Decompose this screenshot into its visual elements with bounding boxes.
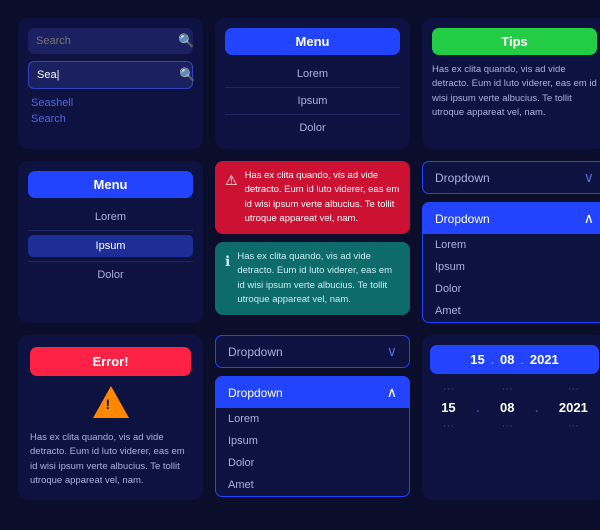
date-scroll-area: ··· 15 ··· . ··· 08 ··· . ··· 2021 ··· xyxy=(430,382,599,433)
dropdown-option-lorem-bottom[interactable]: Lorem xyxy=(216,408,409,430)
dropdown-open-bottom-label: Dropdown xyxy=(228,386,283,400)
date-month-value: 08 xyxy=(496,398,518,417)
error-header: Error! xyxy=(30,347,191,376)
menu-item-dolor-top[interactable]: Dolor xyxy=(225,117,400,139)
date-day-value: 15 xyxy=(437,398,459,417)
dropdown-option-dolor-bottom[interactable]: Dolor xyxy=(216,452,409,474)
menu-item-ipsum-left-selected[interactable]: Ipsum xyxy=(28,235,193,257)
tips-widget: Tips Has ex clita quando, vis ad vide de… xyxy=(422,18,600,149)
date-day-below: ··· xyxy=(439,419,458,433)
chevron-down-icon-mid: ∨ xyxy=(387,343,397,360)
error-triangle-icon xyxy=(93,386,129,418)
search-bar-inactive[interactable]: 🔍 xyxy=(28,28,193,54)
date-day-above: ··· xyxy=(439,382,458,396)
dropdown-open-right-header[interactable]: Dropdown ∧ xyxy=(423,203,600,234)
menu-item-ipsum-top[interactable]: Ipsum xyxy=(225,90,400,112)
date-sep-2: . xyxy=(533,400,541,415)
menu-widget-top: Menu Lorem Ipsum Dolor xyxy=(215,18,410,149)
search-widget: 🔍 🔍 Seashell Search xyxy=(18,18,203,149)
date-year-column[interactable]: ··· 2021 ··· xyxy=(555,382,592,433)
date-year-above: ··· xyxy=(564,382,583,396)
search-input-active[interactable] xyxy=(37,69,179,81)
alert-red-text: Has ex clita quando, vis ad vide detract… xyxy=(245,169,400,226)
chevron-down-icon-top: ∨ xyxy=(584,169,594,186)
alert-teal-text: Has ex clita quando, vis ad vide detract… xyxy=(237,250,400,307)
date-header: 15 . 08 . 2021 xyxy=(430,345,599,374)
dropdown-option-lorem-right[interactable]: Lorem xyxy=(423,234,600,256)
date-day-column[interactable]: ··· 15 ··· xyxy=(437,382,459,433)
error-widget: Error! Has ex clita quando, vis ad vide … xyxy=(18,335,203,500)
menu-header-left: Menu xyxy=(28,171,193,198)
alert-red-icon: ⚠ xyxy=(225,170,238,191)
error-icon-row xyxy=(30,386,191,423)
dropdown-option-amet-bottom[interactable]: Amet xyxy=(216,474,409,496)
dropdown-collapsed-top-label: Dropdown xyxy=(435,171,490,185)
dropdown-open-right: Dropdown ∧ Lorem Ipsum Dolor Amet xyxy=(422,202,600,323)
dropdown-option-dolor-right[interactable]: Dolor xyxy=(423,278,600,300)
date-month-column[interactable]: ··· 08 ··· xyxy=(496,382,518,433)
dropdown-collapsed-mid-label: Dropdown xyxy=(228,345,283,359)
search-icon-top[interactable]: 🔍 xyxy=(178,33,194,49)
dropdown-open-right-label: Dropdown xyxy=(435,212,490,226)
dropdown-mid-column: Dropdown ∨ Dropdown ∧ Lorem Ipsum Dolor … xyxy=(215,335,410,500)
date-month-below: ··· xyxy=(498,419,517,433)
date-picker-widget: 15 . 08 . 2021 ··· 15 ··· . ··· 08 ··· .… xyxy=(422,335,600,500)
alert-red: ⚠ Has ex clita quando, vis ad vide detra… xyxy=(215,161,410,234)
chevron-up-icon-bottom: ∧ xyxy=(387,384,397,401)
alert-teal: ℹ Has ex clita quando, vis ad vide detra… xyxy=(215,242,410,315)
alerts-column: ⚠ Has ex clita quando, vis ad vide detra… xyxy=(215,161,410,323)
date-year-value: 2021 xyxy=(555,398,592,417)
menu-widget-left: Menu Lorem Ipsum Dolor xyxy=(18,161,203,323)
dropdown-open-bottom-header[interactable]: Dropdown ∧ xyxy=(216,377,409,408)
dropdown-collapsed-mid[interactable]: Dropdown ∨ xyxy=(215,335,410,368)
date-sep-1: . xyxy=(474,400,482,415)
tips-header: Tips xyxy=(432,28,597,55)
date-header-day: 15 xyxy=(470,352,484,367)
error-text: Has ex clita quando, vis ad vide detract… xyxy=(30,431,191,488)
tips-text: Has ex clita quando, vis ad vide detract… xyxy=(432,63,597,120)
dropdown-option-amet-right[interactable]: Amet xyxy=(423,300,600,322)
date-year-below: ··· xyxy=(564,419,583,433)
search-result-1[interactable]: Seashell xyxy=(28,95,193,111)
search-bar-active[interactable]: 🔍 xyxy=(28,61,193,89)
date-dot-1: . xyxy=(491,353,494,367)
search-icon-active[interactable]: 🔍 xyxy=(179,67,195,83)
search-input-top[interactable] xyxy=(36,35,178,47)
dropdown-option-ipsum-right[interactable]: Ipsum xyxy=(423,256,600,278)
chevron-up-icon-right: ∧ xyxy=(584,210,594,227)
dropdown-right-column: Dropdown ∨ Dropdown ∧ Lorem Ipsum Dolor … xyxy=(422,161,600,323)
dropdown-collapsed-top[interactable]: Dropdown ∨ xyxy=(422,161,600,194)
alert-teal-icon: ℹ xyxy=(225,251,230,272)
dropdown-open-bottom: Dropdown ∧ Lorem Ipsum Dolor Amet xyxy=(215,376,410,497)
menu-item-lorem-left[interactable]: Lorem xyxy=(28,206,193,228)
date-month-above: ··· xyxy=(498,382,517,396)
dropdown-option-ipsum-bottom[interactable]: Ipsum xyxy=(216,430,409,452)
date-header-year: 2021 xyxy=(530,352,559,367)
date-dot-2: . xyxy=(521,353,524,367)
menu-item-dolor-left[interactable]: Dolor xyxy=(28,264,193,286)
menu-header-top: Menu xyxy=(225,28,400,55)
date-header-month: 08 xyxy=(500,352,514,367)
menu-item-lorem-top[interactable]: Lorem xyxy=(225,63,400,85)
search-result-2[interactable]: Search xyxy=(28,111,193,127)
